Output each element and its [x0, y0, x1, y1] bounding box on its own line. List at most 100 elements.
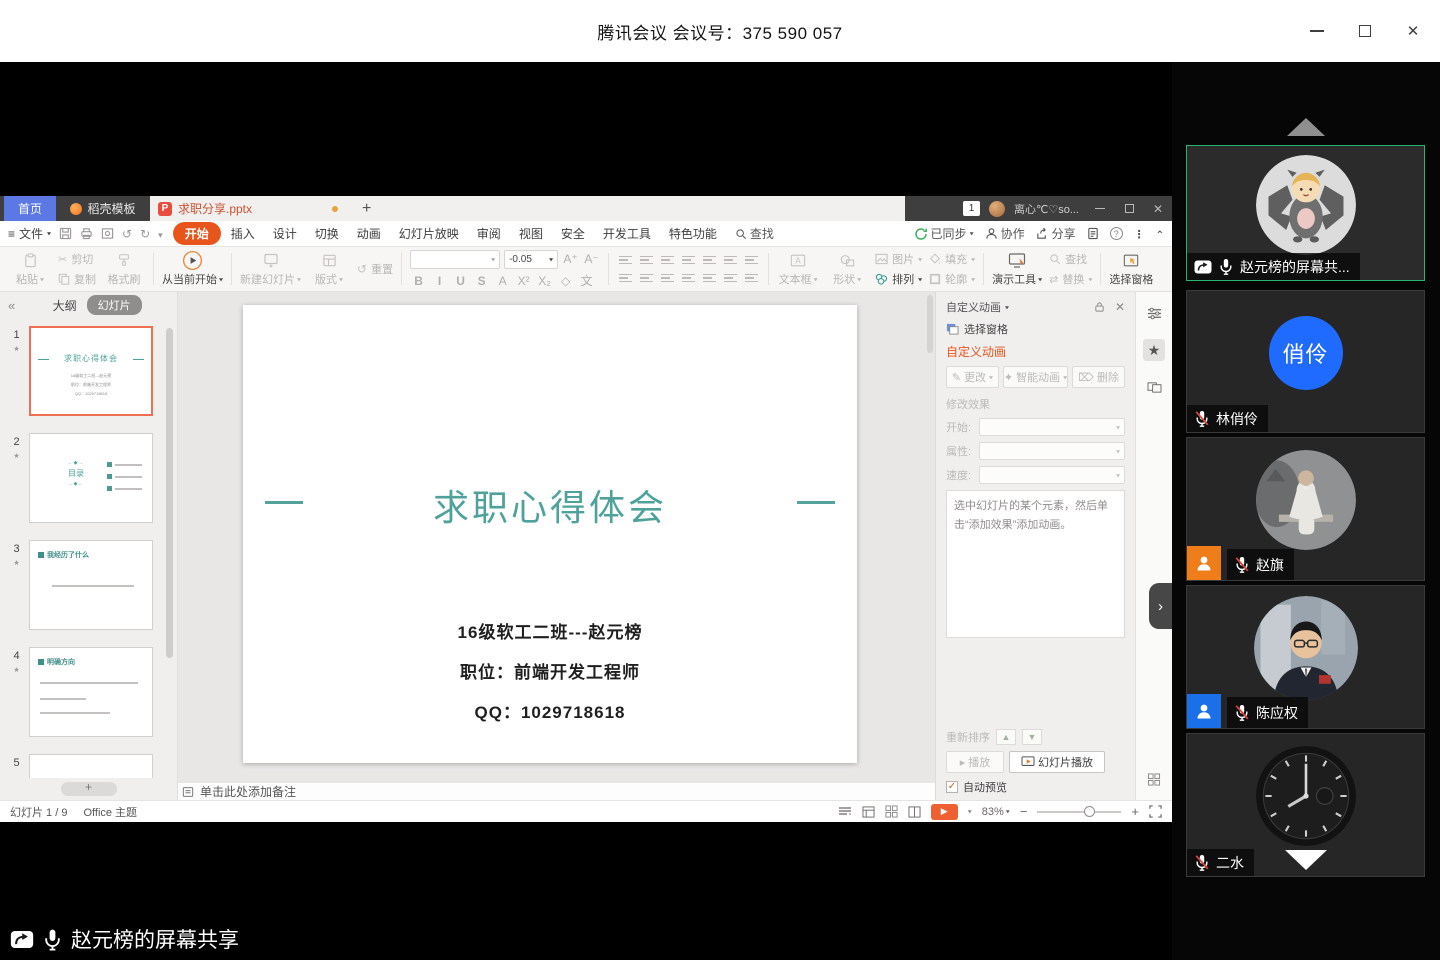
redo-icon[interactable]: ↻	[140, 226, 150, 241]
object-properties-icon[interactable]	[1143, 302, 1165, 324]
menu-item-安全[interactable]: 安全	[553, 223, 593, 244]
ribbon-重置[interactable]: ↺重置	[357, 261, 393, 277]
tab-outline[interactable]: 大纲	[53, 297, 77, 314]
paragraph-tool-1-2[interactable]	[659, 253, 676, 267]
minimize-button[interactable]	[1308, 22, 1326, 40]
zoom-in-button[interactable]: +	[1131, 804, 1139, 819]
add-slide-button[interactable]: +	[61, 782, 117, 796]
wps-minimize-button[interactable]	[1092, 196, 1108, 221]
file-menu-button[interactable]: ≡文件▾	[8, 225, 51, 242]
paragraph-tool-2-5[interactable]	[722, 271, 739, 285]
menu-item-审阅[interactable]: 审阅	[469, 223, 509, 244]
speed-combo[interactable]: ▾	[979, 466, 1125, 484]
pin-panel-icon[interactable]	[1094, 301, 1105, 313]
format-I-button[interactable]: I	[431, 273, 448, 289]
collaborate-button[interactable]: 协作	[985, 225, 1025, 242]
account-avatar[interactable]	[989, 201, 1005, 217]
ribbon-轮廓[interactable]: 轮廓▾	[929, 271, 975, 287]
tab-document[interactable]: P 求职分享.pptx	[150, 200, 346, 217]
sync-status[interactable]: 已同步▾	[914, 225, 974, 242]
ribbon-粘贴[interactable]: 粘贴▾	[9, 249, 51, 289]
format-S-button[interactable]: S	[473, 273, 490, 289]
property-combo[interactable]: ▾	[979, 442, 1125, 460]
zoom-slider[interactable]	[1037, 811, 1121, 813]
reorder-up-button[interactable]: ▲	[996, 729, 1016, 745]
change-animation-button[interactable]: ✎更改▾	[946, 366, 999, 388]
collapse-panel-button[interactable]: «	[8, 298, 15, 313]
fit-screen-icon[interactable]	[1149, 805, 1162, 818]
search-button[interactable]: 查找	[735, 225, 774, 242]
share-button[interactable]: 分享	[1036, 225, 1076, 242]
scroll-up-arrow[interactable]	[1287, 118, 1325, 136]
wps-restore-button[interactable]	[1121, 196, 1137, 221]
ribbon-新建幻灯片[interactable]: 新建幻灯片▾	[240, 249, 301, 289]
ribbon-演示工具[interactable]: 演示工具▾	[992, 249, 1042, 289]
paragraph-tool-1-4[interactable]	[701, 253, 718, 267]
participant-tile-1[interactable]: 赵元榜的屏幕共...	[1186, 145, 1425, 281]
format-U-button[interactable]: U	[452, 273, 469, 289]
menu-item-动画[interactable]: 动画	[349, 223, 389, 244]
font-family-combo[interactable]: ▾	[410, 250, 500, 269]
kebab-menu-icon[interactable]: ⋮	[1134, 227, 1145, 241]
slideshow-button[interactable]: ▶	[931, 804, 958, 820]
undo-icon[interactable]: ↺	[122, 226, 132, 241]
print-icon[interactable]	[80, 227, 93, 240]
ribbon-格式刷[interactable]: 格式刷	[103, 249, 145, 289]
participant-tile-4[interactable]: 陈应权	[1186, 585, 1425, 729]
grow-font-button[interactable]: A⁺	[562, 251, 579, 267]
help-icon[interactable]: ?	[1110, 227, 1123, 240]
menu-item-切换[interactable]: 切换	[307, 223, 347, 244]
paragraph-tool-2-3[interactable]	[680, 271, 697, 285]
ribbon-从当前开始[interactable]: 从当前开始▾	[162, 249, 223, 289]
slide-sorter-icon[interactable]	[885, 805, 898, 818]
display-options-icon[interactable]	[838, 806, 852, 817]
tab-home[interactable]: 首页	[4, 196, 56, 221]
save-icon[interactable]	[59, 227, 72, 240]
format-extra-button[interactable]: ◇	[557, 273, 574, 289]
slide-subtitle-text[interactable]: 16级软工二班---赵元榜职位：前端开发工程师QQ：1029718618	[243, 618, 857, 738]
paragraph-tool-1-1[interactable]	[638, 253, 655, 267]
menu-item-幻灯片放映[interactable]: 幻灯片放映	[391, 223, 467, 244]
maximize-button[interactable]	[1356, 22, 1374, 40]
wps-close-button[interactable]: ✕	[1150, 196, 1166, 221]
participant-tile-3[interactable]: 赵旗	[1186, 437, 1425, 581]
paragraph-tool-2-4[interactable]	[701, 271, 718, 285]
notification-badge[interactable]: 1	[963, 201, 980, 216]
paragraph-tool-2-2[interactable]	[659, 271, 676, 285]
ribbon-选择窗格[interactable]: 选择窗格	[1109, 249, 1153, 289]
collapse-ribbon-icon[interactable]: ⌃	[1156, 227, 1164, 241]
reading-view-icon[interactable]	[908, 806, 921, 818]
ribbon-复制[interactable]: 复制	[58, 271, 96, 287]
slide-title-text[interactable]: 求职心得体会	[243, 479, 857, 531]
start-combo[interactable]: ▾	[979, 418, 1125, 436]
slide-thumbnail-1[interactable]: 1★ 求职心得体会 16级软工二班---赵元榜职位：前端开发工程师QQ：1029…	[4, 326, 163, 416]
document-icon[interactable]	[1087, 227, 1099, 240]
format-extra-button[interactable]: A	[494, 273, 511, 289]
format-B-button[interactable]: B	[410, 273, 427, 289]
delete-animation-button[interactable]: ⌦删除	[1072, 366, 1125, 388]
menu-item-开始[interactable]: 开始	[173, 222, 221, 245]
auto-preview-checkbox[interactable]: ✓ 自动预览	[946, 779, 1125, 795]
menu-item-开发工具[interactable]: 开发工具	[595, 223, 659, 244]
menu-item-特色功能[interactable]: 特色功能	[661, 223, 725, 244]
ribbon-版式[interactable]: 版式▾	[308, 249, 350, 289]
new-tab-button[interactable]: +	[362, 200, 371, 218]
ribbon-形状[interactable]: 形状▾	[826, 249, 868, 289]
animation-pane-icon[interactable]: ★	[1143, 339, 1165, 361]
more-dd-icon[interactable]: ▾	[158, 226, 163, 241]
tab-slides[interactable]: 幻灯片	[87, 295, 142, 315]
paragraph-tool-2-0[interactable]	[617, 271, 634, 285]
slide-canvas[interactable]: 求职心得体会 16级软工二班---赵元榜职位：前端开发工程师QQ：1029718…	[243, 305, 857, 763]
format-extra-button[interactable]: 文	[578, 273, 595, 289]
participant-tile-2[interactable]: 俏伶林俏伶	[1186, 290, 1425, 433]
transition-pane-icon[interactable]	[1143, 376, 1165, 398]
zoom-slider-knob[interactable]	[1084, 806, 1095, 817]
normal-view-icon[interactable]	[862, 806, 875, 818]
menu-item-设计[interactable]: 设计	[265, 223, 305, 244]
paragraph-tool-1-3[interactable]	[680, 253, 697, 267]
preview-icon[interactable]	[101, 227, 114, 240]
zoom-out-button[interactable]: −	[1020, 804, 1028, 819]
play-animation-button[interactable]: ▸播放	[946, 751, 1004, 773]
slideshow-play-button[interactable]: 幻灯片播放	[1009, 751, 1105, 773]
format-extra-button[interactable]: X₂	[536, 273, 553, 289]
